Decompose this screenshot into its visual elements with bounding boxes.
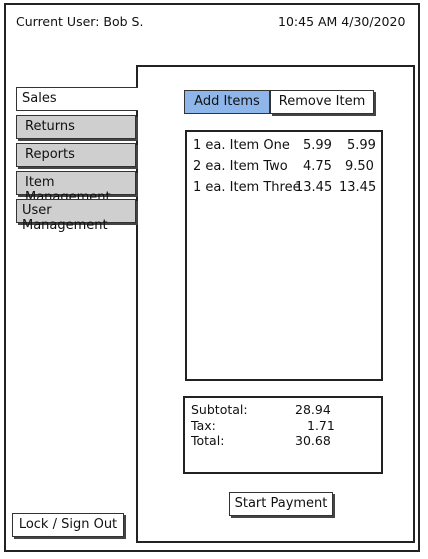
- tax-label: Tax:: [191, 418, 216, 433]
- tab-add-items[interactable]: Add Items: [184, 90, 270, 114]
- item-price: 13.45: [295, 180, 333, 195]
- item-description: 1 ea. Item Three: [193, 180, 301, 195]
- total-label: Total:: [191, 433, 225, 448]
- datetime-label: 10:45 AM 4/30/2020: [278, 14, 406, 29]
- sidebar-item-label: User Management: [22, 203, 108, 233]
- item-list[interactable]: 1 ea. Item One 5.99 5.99 2 ea. Item Two …: [185, 130, 383, 381]
- start-payment-button[interactable]: Start Payment: [229, 492, 333, 516]
- sidebar-item-item-management[interactable]: Item Management: [16, 171, 136, 205]
- item-description: 2 ea. Item Two: [193, 159, 288, 174]
- tax-row: Tax: 1.71: [191, 418, 377, 434]
- list-item[interactable]: 1 ea. Item Three 13.45 13.45: [193, 180, 379, 198]
- sidebar-item-user-management[interactable]: User Management: [16, 199, 136, 233]
- sidebar-item-label: Returns: [25, 119, 75, 134]
- tab-remove-item[interactable]: Remove Item: [270, 90, 374, 114]
- item-price: 5.99: [303, 138, 332, 153]
- item-total: 9.50: [345, 159, 374, 174]
- item-description: 1 ea. Item One: [193, 138, 290, 153]
- subtotal-label: Subtotal:: [191, 402, 248, 417]
- item-total: 13.45: [339, 180, 377, 195]
- total-value: 30.68: [295, 433, 331, 448]
- sidebar-item-label: Sales: [22, 91, 57, 106]
- sidebar-item-reports[interactable]: Reports: [16, 143, 136, 167]
- item-total: 5.99: [347, 138, 376, 153]
- total-row: Total: 30.68: [191, 433, 377, 449]
- subtotal-value: 28.94: [295, 402, 331, 417]
- lock-sign-out-button[interactable]: Lock / Sign Out: [12, 513, 124, 537]
- list-item[interactable]: 1 ea. Item One 5.99 5.99: [193, 138, 379, 156]
- totals-box: Subtotal: 28.94 Tax: 1.71 Total: 30.68: [183, 396, 383, 474]
- subtotal-row: Subtotal: 28.94: [191, 402, 377, 418]
- sidebar-item-label: Reports: [25, 147, 75, 162]
- sidebar-item-sales[interactable]: Sales: [16, 87, 138, 111]
- tax-value: 1.71: [307, 418, 335, 433]
- current-user-label: Current User: Bob S.: [16, 14, 144, 29]
- list-item[interactable]: 2 ea. Item Two 4.75 9.50: [193, 159, 379, 177]
- sidebar-item-returns[interactable]: Returns: [16, 115, 136, 139]
- item-price: 4.75: [303, 159, 332, 174]
